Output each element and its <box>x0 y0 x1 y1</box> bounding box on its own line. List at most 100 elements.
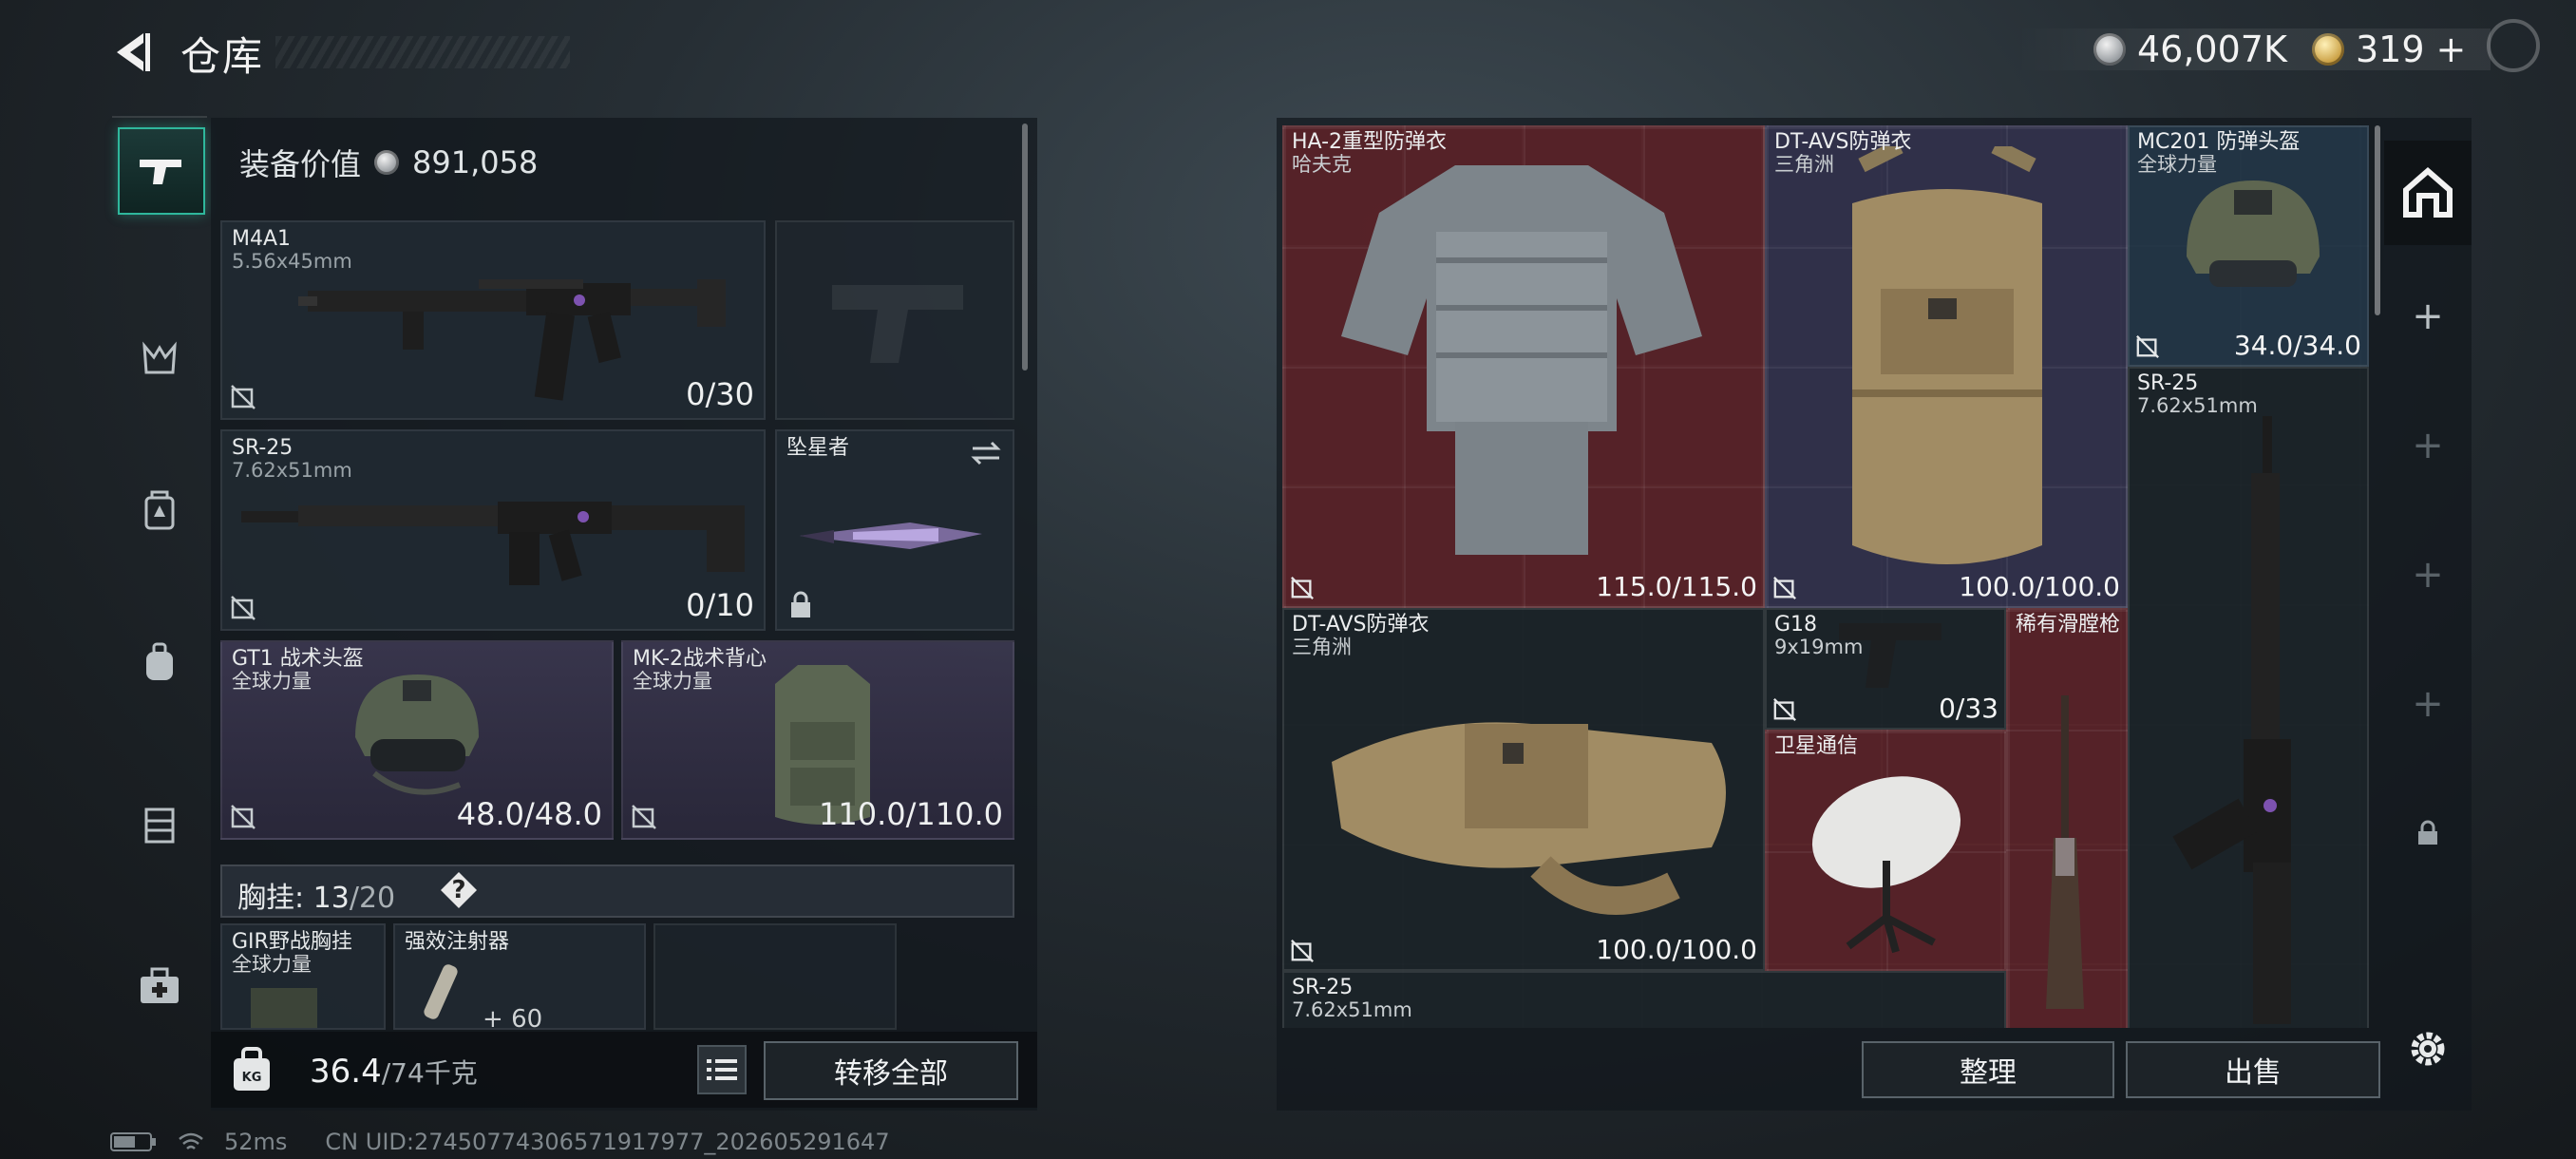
item-name: SR-25 <box>2137 371 2199 395</box>
no-insure-icon <box>2136 335 2159 358</box>
list-icon <box>707 1059 737 1080</box>
injector-icon <box>424 964 458 1019</box>
add-stash-page-button[interactable]: + <box>2384 264 2472 369</box>
weapon-name: M4A1 <box>232 227 292 251</box>
transfer-all-button[interactable]: 转移全部 <box>764 1041 1018 1100</box>
item-name: 稀有滑膛枪 <box>2016 613 2121 636</box>
settings-button[interactable] <box>2399 1020 2456 1077</box>
carry-weight: 36.4/74千克 <box>310 1053 478 1091</box>
stash-item-mc201-helmet[interactable]: MC201 防弹头盔 全球力量 34.0/34.0 <box>2128 125 2369 367</box>
sell-button[interactable]: 出售 <box>2126 1041 2380 1098</box>
stash-item-g18[interactable]: G18 9x19mm 0/33 <box>1765 608 2006 730</box>
item-name: MC201 防弹头盔 <box>2137 130 2301 154</box>
tab-weapons[interactable] <box>118 127 205 215</box>
helmet-slot[interactable]: GT1 战术头盔 全球力量 48.0/48.0 <box>220 640 614 840</box>
stash-page-slot[interactable]: + <box>2384 522 2472 627</box>
musket-icon <box>2046 695 2084 1009</box>
chest-rig-total: /20 <box>349 882 396 915</box>
item-durability: 34.0/34.0 <box>2233 330 2361 361</box>
tab-helmet[interactable] <box>118 317 201 401</box>
armor-name: MK-2战术背心 <box>633 647 767 671</box>
dtavs-vest-icon <box>1332 722 1726 915</box>
chest-rig-used: 13 <box>313 882 350 915</box>
wifi-icon <box>179 1132 203 1150</box>
item-brand: 三角洲 <box>1292 636 1352 658</box>
swap-icon[interactable] <box>969 439 1003 467</box>
stash-page-locked[interactable] <box>2384 781 2472 885</box>
no-insure-icon <box>1291 940 1314 962</box>
pistol-placeholder-icon <box>832 285 963 363</box>
stash-item-satellite-comm[interactable]: 卫星通信 <box>1765 730 2006 971</box>
rig-slot[interactable]: GIR野战胸挂 全球力量 <box>220 923 386 1030</box>
melee-slot[interactable]: 坠星者 <box>775 429 1014 631</box>
loadout-scrollbar[interactable] <box>1022 124 1028 370</box>
helmet-brand: 全球力量 <box>232 670 312 693</box>
list-view-button[interactable] <box>697 1045 747 1094</box>
gir-rig-icon <box>251 988 317 1028</box>
rig-pocket-1[interactable]: 强效注射器 + 60 <box>393 923 646 1030</box>
item-name: SR-25 <box>1292 976 1354 999</box>
battery-icon <box>110 1132 156 1151</box>
sidearm-slot-empty[interactable] <box>775 220 1014 420</box>
pistol-icon <box>140 160 181 184</box>
armor-slot[interactable]: MK-2战术背心 全球力量 110.0/110.0 <box>621 640 1014 840</box>
medkit-icon <box>141 967 179 1003</box>
weapon-ammo: 0/30 <box>686 376 754 412</box>
no-insure-icon <box>1291 577 1314 599</box>
silver-coin-icon <box>2093 33 2126 66</box>
gear-icon <box>2411 1032 2445 1066</box>
item-count-value: 60 <box>511 1005 543 1030</box>
item-name: HA-2重型防弹衣 <box>1292 130 1448 154</box>
add-gold-button[interactable]: + <box>2436 28 2467 70</box>
stash-page-slot[interactable]: + <box>2384 393 2472 498</box>
stash-page-slot[interactable]: + <box>2384 652 2472 756</box>
item-name: G18 <box>1774 613 1818 636</box>
stash-page-main[interactable] <box>2384 141 2472 245</box>
no-insure-icon <box>231 805 256 829</box>
stash-page-column: + + + + <box>2384 118 2472 1030</box>
currency-gold[interactable]: 319 + <box>2312 28 2466 70</box>
stash-scrollbar[interactable] <box>2375 125 2380 315</box>
silver-coin-icon <box>374 150 400 175</box>
kg-icon-text: KG <box>242 1071 262 1085</box>
tab-medical[interactable] <box>118 944 201 1028</box>
stash-item-dtavs-armor-2[interactable]: DT-AVS防弹衣 三角洲 100.0/100.0 <box>1282 608 1765 971</box>
m4a1-rifle-icon <box>298 279 726 401</box>
tidy-button[interactable]: 整理 <box>1862 1041 2114 1098</box>
lock-icon <box>791 591 810 618</box>
item-caliber: 9x19mm <box>1774 636 1864 658</box>
stash-item-sr25-vertical[interactable]: SR-25 7.62x51mm <box>2128 367 2369 1028</box>
primary-weapon-slot[interactable]: M4A1 5.56x45mm 0/30 <box>220 220 766 420</box>
rig-pocket-2-empty[interactable] <box>653 923 897 1030</box>
stash-item-ha2-armor[interactable]: HA-2重型防弹衣 哈夫克 115.0/115.0 <box>1282 125 1765 608</box>
weight-max: /74千克 <box>381 1057 478 1089</box>
tab-chest-rig[interactable] <box>118 783 201 866</box>
gold-coin-icon <box>2312 33 2344 66</box>
secondary-weapon-slot[interactable]: SR-25 7.62x51mm 0/10 <box>220 429 766 631</box>
ha2-armor-icon <box>1341 165 1702 555</box>
silver-amount: 46,007K <box>2137 28 2287 70</box>
back-button[interactable] <box>106 25 158 80</box>
lock-icon <box>2418 820 2437 845</box>
category-tabs <box>112 116 207 1077</box>
profile-ring-icon[interactable] <box>2487 19 2540 72</box>
item-name: 卫星通信 <box>1774 734 1859 758</box>
starfall-knife-icon <box>800 522 982 549</box>
page-title: 仓库 <box>180 33 265 80</box>
chest-rig-icon <box>144 808 175 844</box>
stash-item-sr25-horizontal[interactable]: SR-25 7.62x51mm <box>1282 971 2006 1028</box>
dtavs-vest-icon <box>1852 146 2042 564</box>
stash-item-rare-musket[interactable]: 稀有滑膛枪 <box>2006 608 2128 1028</box>
stash-item-dtavs-armor[interactable]: DT-AVS防弹衣 三角洲 100.0/100.0 <box>1765 125 2128 608</box>
title-decoration <box>275 36 570 68</box>
item-name: DT-AVS防弹衣 <box>1774 130 1912 154</box>
gold-amount: 319 <box>2356 28 2425 70</box>
item-name: 强效注射器 <box>405 930 510 954</box>
tab-armor[interactable] <box>118 469 201 553</box>
back-arrow-icon <box>117 33 150 71</box>
item-brand: 三角洲 <box>1774 153 1834 176</box>
no-insure-icon <box>231 596 256 620</box>
item-count: + 60 <box>483 1005 543 1030</box>
tab-backpack[interactable] <box>118 621 201 705</box>
currency-silver: 46,007K <box>2093 28 2287 70</box>
